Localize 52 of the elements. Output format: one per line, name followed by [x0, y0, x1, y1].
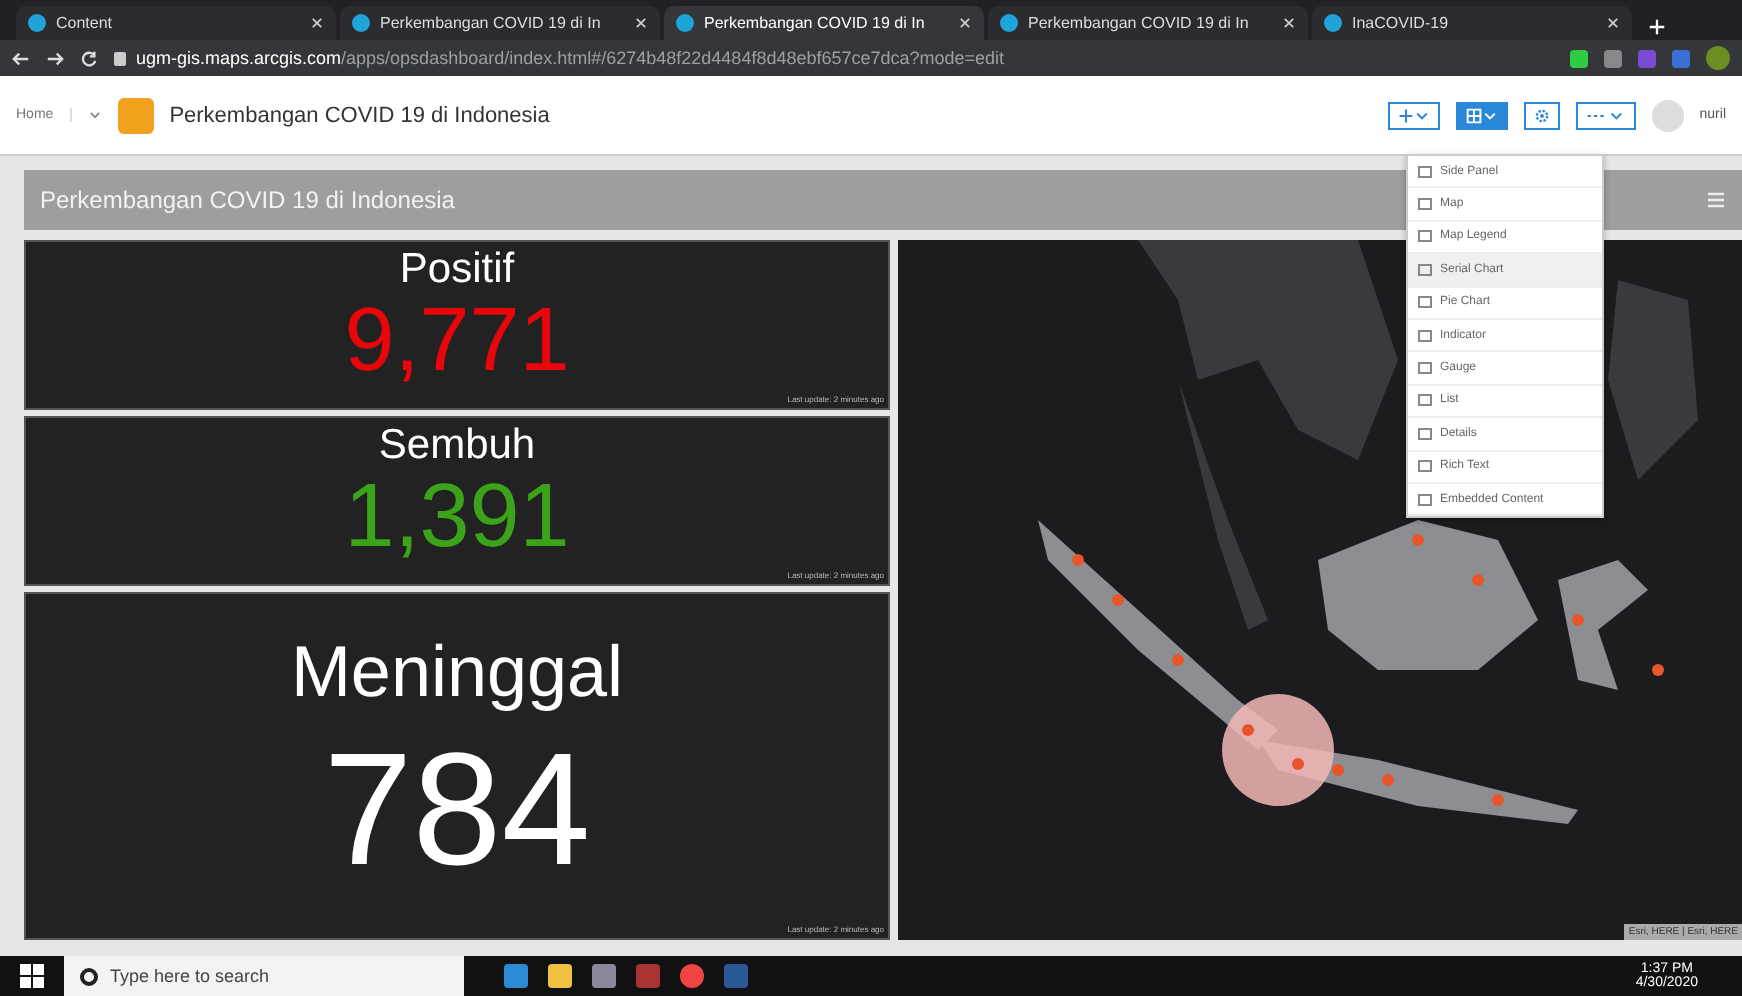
browser-tab[interactable]: Content — [16, 6, 336, 40]
layout-button[interactable] — [1455, 101, 1508, 129]
dashboard-title: Perkembangan COVID 19 di Indonesia — [169, 103, 552, 127]
browser-tab[interactable]: Perkembangan COVID 19 di In — [664, 6, 984, 40]
settings-icon — [1533, 107, 1550, 123]
favicon-icon — [676, 14, 694, 32]
widget-icon — [1418, 230, 1432, 243]
widget-icon — [1418, 263, 1432, 276]
search-icon — [80, 967, 98, 985]
widget-icon — [1418, 493, 1432, 506]
widget-icon — [1418, 460, 1432, 473]
indicator-value: 1,391 — [344, 470, 570, 560]
widget-icon — [1418, 362, 1432, 375]
indicator-label: Positif — [399, 246, 515, 294]
widget-icon — [1418, 198, 1432, 211]
widget-icon — [1418, 394, 1432, 407]
close-icon[interactable] — [1606, 16, 1620, 30]
plus-icon — [1397, 107, 1430, 123]
widget-icon — [1418, 329, 1432, 342]
favicon-icon — [1000, 14, 1018, 32]
close-icon[interactable] — [634, 16, 648, 30]
favicon-icon — [352, 14, 370, 32]
add-button[interactable] — [1387, 101, 1440, 129]
browser-tab[interactable]: Perkembangan COVID 19 di In — [340, 6, 660, 40]
favicon-icon — [28, 14, 46, 32]
settings-button[interactable] — [1523, 101, 1560, 129]
browser-tab[interactable]: InaCOVID-19 — [1312, 6, 1632, 40]
grid-icon — [1465, 107, 1498, 123]
browser-tab[interactable]: Perkembangan COVID 19 di In — [988, 6, 1308, 40]
indicator-label: Sembuh — [378, 422, 536, 470]
widget-icon — [1418, 296, 1432, 309]
favicon-icon — [1324, 14, 1342, 32]
close-icon[interactable] — [958, 16, 972, 30]
close-icon[interactable] — [1282, 16, 1296, 30]
more-button[interactable] — [1575, 101, 1636, 129]
taskbar-search-field[interactable]: Type here to search — [64, 956, 464, 996]
dashboard-heading: Perkembangan COVID 19 di Indonesia — [40, 186, 455, 214]
forward-icon[interactable] — [46, 49, 64, 67]
indicator-value: 784 — [323, 730, 591, 890]
reload-icon[interactable] — [80, 49, 98, 67]
more-icon — [1585, 107, 1626, 123]
avatar-icon[interactable] — [1706, 46, 1730, 70]
indicator-value: 9,771 — [344, 294, 570, 384]
caret-icon[interactable] — [87, 108, 102, 122]
indicator-label: Meninggal — [290, 630, 624, 714]
menu-icon[interactable] — [1706, 190, 1726, 210]
start-icon[interactable] — [20, 964, 44, 988]
close-icon[interactable] — [310, 16, 324, 30]
widget-icon — [1418, 165, 1432, 178]
new-tab-icon[interactable] — [1648, 18, 1666, 36]
back-icon[interactable] — [12, 49, 30, 67]
widget-icon — [1418, 427, 1432, 440]
